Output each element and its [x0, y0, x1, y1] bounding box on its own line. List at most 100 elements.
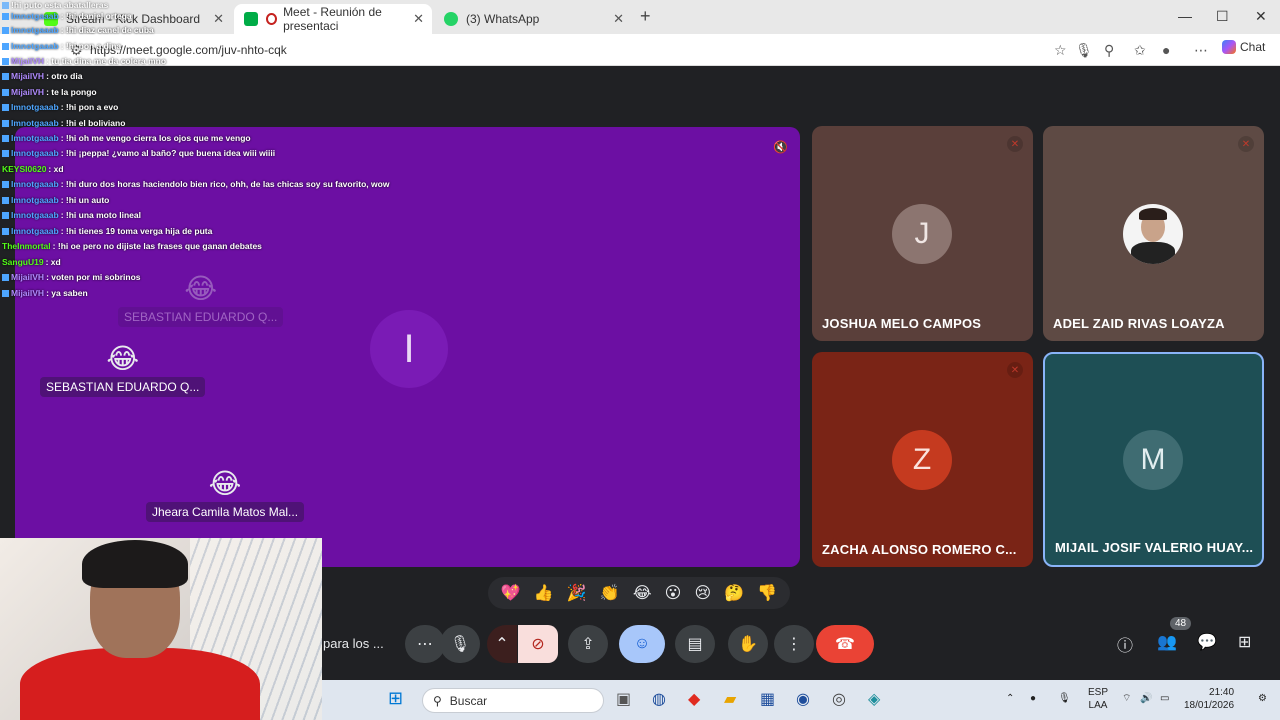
settings-gear-icon[interactable]: ⚙: [1258, 692, 1267, 705]
windows-start-icon[interactable]: ⊞: [388, 688, 403, 709]
floating-reaction: 😂 SEBASTIAN EDUARDO Q...: [40, 342, 206, 397]
store-icon[interactable]: ▦: [760, 689, 775, 709]
chat-message: !hi puto esta abatalleras: [2, 0, 108, 10]
raise-hand-icon: ✋: [738, 636, 758, 653]
present-screen-button[interactable]: ⇪: [568, 625, 608, 663]
participant-tile[interactable]: ✕ ADEL ZAID RIVAS LOAYZA: [1043, 126, 1264, 341]
participant-tile[interactable]: Z ✕ ZACHA ALONSO ROMERO C...: [812, 352, 1033, 567]
whatsapp-favicon-icon: [444, 12, 458, 26]
chat-message: TheInmortal: !hi oe pero no dijiste las …: [2, 241, 262, 251]
chat-message: MijailVH: ya saben: [2, 288, 88, 298]
close-icon[interactable]: ✕: [213, 11, 224, 27]
favorites-icon[interactable]: ✩: [1134, 42, 1146, 59]
chat-icon[interactable]: 💬: [1197, 632, 1217, 652]
volume-icon[interactable]: 🔊: [1140, 692, 1152, 705]
chat-message: MijailVH: voten por mi sobrinos: [2, 272, 141, 282]
chat-message: Imnotgaaab: !hi duro dos horas haciendol…: [2, 179, 389, 189]
laughing-emoji-icon: 😂: [208, 468, 242, 499]
app-teal-icon[interactable]: ◈: [868, 689, 880, 709]
tab-label: (3) WhatsApp: [466, 12, 540, 26]
more-actions-button[interactable]: ⋮: [774, 625, 814, 663]
minimize-button[interactable]: —: [1178, 8, 1192, 24]
show-hidden-icons[interactable]: ⌃: [1006, 692, 1014, 705]
activities-grid-icon[interactable]: ⊞: [1238, 632, 1251, 652]
clapping-emoji-icon[interactable]: 👏: [600, 583, 620, 603]
copilot-chat-button[interactable]: Chat: [1222, 40, 1265, 54]
microphone-icon[interactable]: 🎙: [1075, 42, 1093, 59]
chat-message: Imnotgaaab: !hi el boliviano: [2, 118, 125, 128]
task-view-icon[interactable]: ▣: [616, 689, 631, 709]
file-explorer-icon[interactable]: ▰: [724, 689, 736, 709]
camera-off-icon: ⊘: [531, 636, 545, 653]
surprised-emoji-icon[interactable]: 😮: [665, 583, 682, 603]
thumbs-up-emoji-icon[interactable]: 👍: [534, 583, 554, 603]
chat-message: MijailVH: te la pongo: [2, 87, 97, 97]
thinking-emoji-icon[interactable]: 🤔: [724, 583, 744, 603]
vertical-dots-icon: ⋮: [786, 636, 802, 653]
meet-favicon-icon: [244, 12, 258, 26]
tab-whatsapp[interactable]: (3) WhatsApp ✕: [434, 4, 632, 34]
chat-message: MijailVH: tu tia dina me da colera mno: [2, 56, 166, 66]
mic-off-icon: ✕: [1007, 362, 1023, 378]
chat-label: Chat: [1240, 40, 1266, 54]
leave-call-button[interactable]: ☎: [816, 625, 874, 663]
chevron-up-icon: ⌃: [495, 636, 509, 653]
app-red-icon[interactable]: ◆: [688, 689, 700, 709]
language-indicator[interactable]: ESP LAA: [1088, 686, 1108, 712]
new-tab-button[interactable]: +: [640, 6, 651, 27]
chat-message: Imnotgaaab: !hi diaz canel de cuba: [2, 25, 154, 35]
raise-hand-button[interactable]: ✋: [728, 625, 768, 663]
tab-meet[interactable]: Meet - Reunión de presentaci ✕: [234, 4, 432, 34]
edge-app-icon[interactable]: ◍: [652, 689, 666, 709]
chat-message: KEYSI0620: xd: [2, 164, 64, 174]
chat-message: Imnotgaaab: !hi oh me vengo cierra los o…: [2, 133, 251, 143]
party-popper-emoji-icon[interactable]: 🎉: [567, 583, 587, 603]
sparkling-heart-emoji-icon[interactable]: 💖: [501, 583, 521, 603]
obs-icon[interactable]: ◎: [832, 689, 846, 709]
floating-reaction: 😂 SEBASTIAN EDUARDO Q...: [118, 272, 284, 327]
more-menu-icon[interactable]: ⋯: [1194, 42, 1208, 59]
chat-message: MijailVH: otro dia: [2, 71, 82, 81]
participant-name: ADEL ZAID RIVAS LOAYZA: [1053, 316, 1225, 331]
captions-button[interactable]: ▤: [675, 625, 715, 663]
hangup-icon: ☎: [835, 636, 855, 653]
taskbar-search[interactable]: ⚲ Buscar: [422, 688, 604, 713]
present-screen-icon: ⇪: [581, 636, 595, 653]
smiley-icon: ☺: [633, 635, 651, 652]
tray-mic-icon[interactable]: 🎙: [1058, 692, 1071, 705]
battery-icon[interactable]: ▭: [1160, 692, 1169, 705]
chat-message: Imnotgaaab: !hi una moto lineal: [2, 210, 141, 220]
maximize-button[interactable]: ☐: [1216, 8, 1229, 25]
clock[interactable]: 21:40 18/01/2026: [1184, 686, 1234, 712]
microphone-button[interactable]: 🎙: [440, 625, 480, 663]
bookmark-star-icon[interactable]: ☆: [1054, 42, 1067, 59]
profile-avatar[interactable]: ●: [1162, 42, 1170, 58]
participant-tile-active-speaker[interactable]: M MIJAIL JOSIF VALERIO HUAY...: [1043, 352, 1264, 567]
camera-options-button[interactable]: ⌃: [487, 625, 517, 663]
people-icon[interactable]: 👥: [1157, 632, 1177, 652]
laughing-emoji-icon[interactable]: 😂: [633, 583, 652, 603]
presenting-label: para los ...: [323, 636, 384, 651]
participant-photo-avatar: [1123, 204, 1183, 264]
floating-reaction: 😂 Jheara Camila Matos Mal...: [146, 467, 305, 522]
extensions-icon[interactable]: ⚲: [1104, 42, 1114, 59]
participant-avatar: J: [892, 204, 952, 264]
laughing-emoji-icon: 😂: [106, 343, 140, 374]
chat-message: Imnotgaaab: !hi ¡peppa! ¿vamo al baño? q…: [2, 148, 275, 158]
microphone-icon: 🎙: [449, 636, 471, 653]
tray-app-icon[interactable]: ●: [1030, 692, 1036, 705]
close-icon[interactable]: ✕: [613, 11, 624, 27]
participant-tile[interactable]: J ✕ JOSHUA MELO CAMPOS: [812, 126, 1033, 341]
search-placeholder: Buscar: [449, 693, 488, 708]
sad-emoji-icon[interactable]: 😢: [694, 583, 711, 603]
camera-toggle-button[interactable]: ⊘: [518, 625, 558, 663]
thumbs-down-emoji-icon[interactable]: 👎: [757, 583, 777, 603]
edge-browser-icon[interactable]: ◉: [796, 689, 810, 709]
more-options-button[interactable]: ⋯: [405, 625, 445, 663]
wifi-icon[interactable]: ⌔: [1122, 692, 1131, 705]
main-participant-avatar: I: [370, 310, 448, 388]
meeting-info-icon[interactable]: ⓘ: [1117, 632, 1133, 656]
close-window-button[interactable]: ✕: [1255, 8, 1267, 25]
close-icon[interactable]: ✕: [413, 11, 424, 27]
reactions-button[interactable]: ☺: [619, 625, 665, 663]
